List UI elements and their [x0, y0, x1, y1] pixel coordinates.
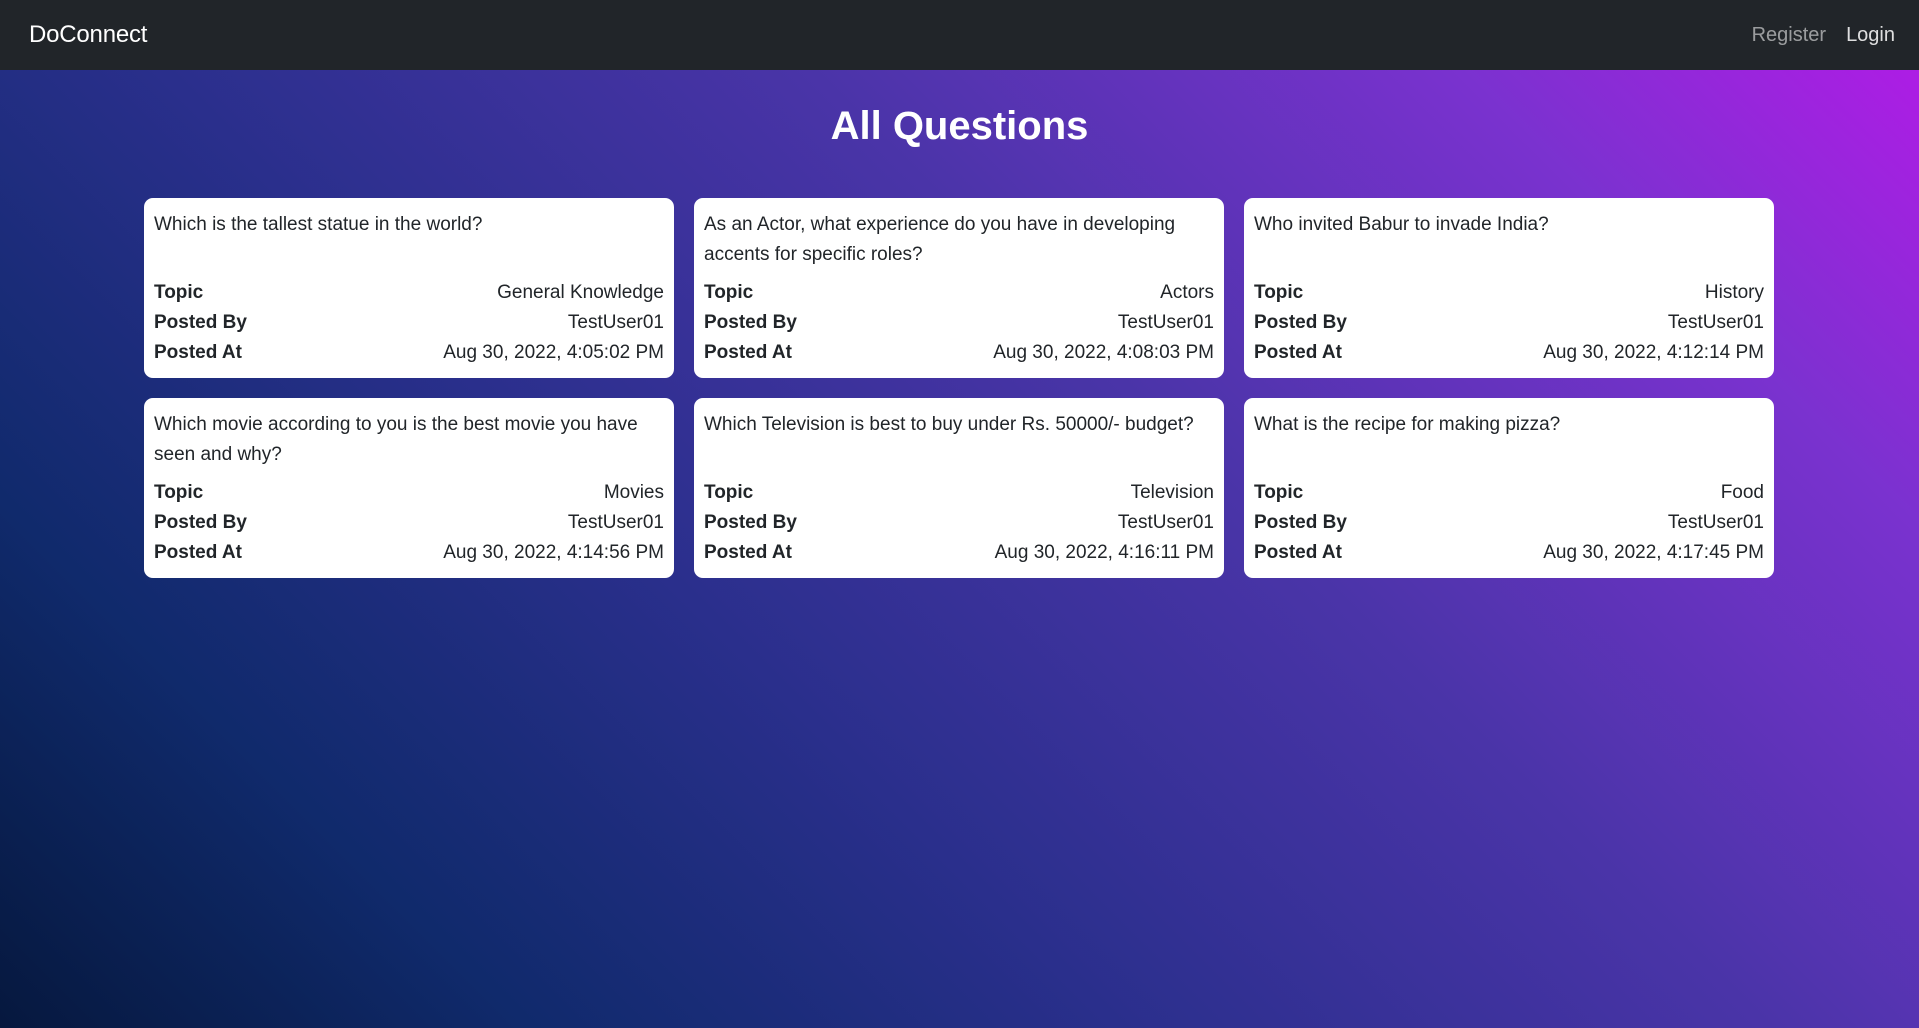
question-card[interactable]: What is the recipe for making pizza? Top… [1244, 398, 1774, 578]
topic-label: Topic [1254, 282, 1304, 303]
topic-row: Topic History [1254, 278, 1764, 308]
posted-at-label: Posted At [1254, 542, 1342, 563]
posted-by-row: Posted By TestUser01 [704, 308, 1214, 338]
posted-by-value: TestUser01 [567, 312, 664, 333]
topic-label: Topic [704, 482, 754, 503]
question-text: Which is the tallest statue in the world… [154, 214, 483, 235]
topic-label: Topic [154, 282, 204, 303]
topic-row: Topic Movies [154, 478, 664, 508]
topic-row: Topic Television [704, 478, 1214, 508]
question-card[interactable]: Which is the tallest statue in the world… [144, 198, 674, 378]
top-navbar: DoConnect Register Login [0, 0, 1919, 70]
posted-at-label: Posted At [154, 342, 242, 363]
topic-value: History [1704, 282, 1764, 303]
posted-at-row: Posted At Aug 30, 2022, 4:08:03 PM [704, 338, 1214, 368]
page-title: All Questions [830, 104, 1089, 148]
posted-at-value: Aug 30, 2022, 4:12:14 PM [1543, 342, 1764, 363]
posted-at-label: Posted At [154, 542, 242, 563]
question-text: Which Television is best to buy under Rs… [704, 414, 1194, 435]
question-text: What is the recipe for making pizza? [1254, 414, 1561, 435]
topic-value: General Knowledge [497, 282, 664, 303]
brand-logo-link[interactable]: DoConnect [29, 21, 147, 49]
question-card[interactable]: Which Television is best to buy under Rs… [694, 398, 1224, 578]
question-card[interactable]: Who invited Babur to invade India? Topic… [1244, 198, 1774, 378]
posted-by-row: Posted By TestUser01 [154, 308, 664, 338]
posted-at-label: Posted At [704, 342, 792, 363]
posted-at-row: Posted At Aug 30, 2022, 4:16:11 PM [704, 538, 1214, 568]
login-link[interactable]: Login [1846, 24, 1895, 47]
posted-at-value: Aug 30, 2022, 4:14:56 PM [443, 542, 664, 563]
posted-at-row: Posted At Aug 30, 2022, 4:12:14 PM [1254, 338, 1764, 368]
posted-by-row: Posted By TestUser01 [704, 508, 1214, 538]
posted-by-value: TestUser01 [567, 512, 664, 533]
posted-by-label: Posted By [154, 312, 247, 333]
topic-label: Topic [154, 482, 204, 503]
posted-at-row: Posted At Aug 30, 2022, 4:05:02 PM [154, 338, 664, 368]
posted-by-value: TestUser01 [1117, 512, 1214, 533]
posted-by-value: TestUser01 [1667, 512, 1764, 533]
posted-at-row: Posted At Aug 30, 2022, 4:14:56 PM [154, 538, 664, 568]
posted-at-value: Aug 30, 2022, 4:05:02 PM [443, 342, 664, 363]
topic-label: Topic [1254, 482, 1304, 503]
register-link[interactable]: Register [1752, 24, 1826, 47]
posted-at-row: Posted At Aug 30, 2022, 4:17:45 PM [1254, 538, 1764, 568]
question-text: Which movie according to you is the best… [154, 414, 638, 465]
topic-value: Food [1720, 482, 1764, 503]
topic-label: Topic [704, 282, 754, 303]
question-text: Who invited Babur to invade India? [1254, 214, 1549, 235]
posted-by-label: Posted By [1254, 512, 1347, 533]
posted-by-value: TestUser01 [1667, 312, 1764, 333]
posted-by-label: Posted By [704, 512, 797, 533]
posted-by-label: Posted By [1254, 312, 1347, 333]
posted-by-row: Posted By TestUser01 [154, 508, 664, 538]
posted-at-value: Aug 30, 2022, 4:17:45 PM [1543, 542, 1764, 563]
question-text: As an Actor, what experience do you have… [704, 214, 1176, 265]
posted-by-value: TestUser01 [1117, 312, 1214, 333]
posted-at-value: Aug 30, 2022, 4:08:03 PM [993, 342, 1214, 363]
posted-by-row: Posted By TestUser01 [1254, 508, 1764, 538]
topic-value: Movies [603, 482, 664, 503]
posted-at-label: Posted At [1254, 342, 1342, 363]
questions-grid: Which is the tallest statue in the world… [144, 198, 1774, 578]
topic-row: Topic General Knowledge [154, 278, 664, 308]
topic-value: Actors [1160, 282, 1214, 303]
topic-value: Television [1130, 482, 1214, 503]
posted-by-label: Posted By [704, 312, 797, 333]
posted-by-row: Posted By TestUser01 [1254, 308, 1764, 338]
topic-row: Topic Actors [704, 278, 1214, 308]
question-card[interactable]: As an Actor, what experience do you have… [694, 198, 1224, 378]
posted-at-label: Posted At [704, 542, 792, 563]
posted-at-value: Aug 30, 2022, 4:16:11 PM [994, 542, 1214, 563]
posted-by-label: Posted By [154, 512, 247, 533]
question-card[interactable]: Which movie according to you is the best… [144, 398, 674, 578]
topic-row: Topic Food [1254, 478, 1764, 508]
nav-links: Register Login [1752, 24, 1895, 47]
